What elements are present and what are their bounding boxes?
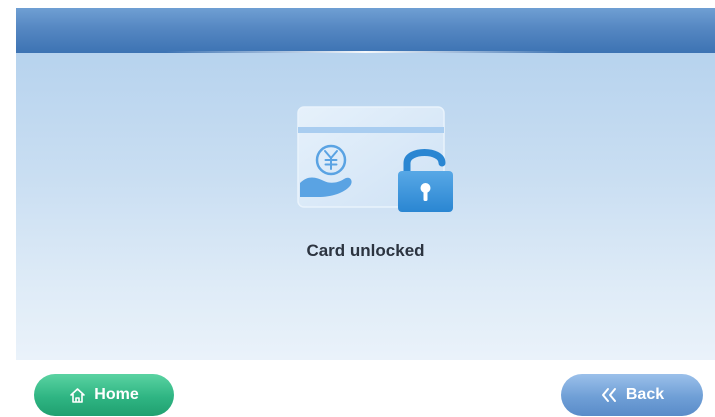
home-button-label: Home: [94, 386, 139, 403]
home-button[interactable]: Home: [34, 374, 174, 416]
back-button-label: Back: [625, 386, 665, 403]
bottom-navigation: Home Back: [16, 360, 715, 417]
home-icon: [69, 387, 86, 404]
back-button[interactable]: Back: [561, 374, 703, 416]
header-bar: [16, 8, 715, 53]
status-message: Card unlocked: [306, 241, 425, 260]
double-chevron-left-icon: [600, 387, 618, 403]
card-unlocked-illustration: [297, 106, 453, 212]
screen: Card unlocked Home Back: [16, 8, 715, 417]
main-content: Card unlocked: [16, 53, 715, 360]
